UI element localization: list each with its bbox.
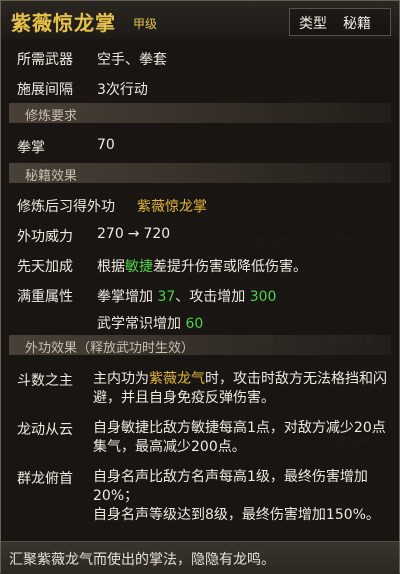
effect-key: 修炼后习得外功 [17,199,115,215]
info-key: 所需武器 [17,52,73,68]
tooltip-header: 紫薇惊龙掌 甲级 类型 秘籍 [1,1,399,39]
lore-bar: 汇聚紫薇龙气而使出的掌法，隐隐有龙鸣。 [1,541,399,574]
section-requirements: 修炼要求 [9,103,391,124]
innate-desc: 根据敏捷差提升伤害或降低伤害。 [97,256,307,276]
category-tag: 秘籍 [343,16,371,32]
innate-pre: 根据 [97,259,125,275]
full-stat-value: 37 [157,289,176,305]
desc-text: 自身名声比敌方名声每高1级，最终伤害增加20%； [93,469,368,504]
full-stat-label: 拳掌增加 [97,289,153,305]
section-title: 秘籍效果 [25,169,78,184]
learned-skill-name: 紫薇惊龙掌 [137,199,207,215]
full-stat-label: 、攻击增加 [175,289,246,305]
full-line-2: 武学常识增加 60 [97,313,203,333]
info-value: 空手、拳套 [97,52,167,68]
effect-key: 满重属性 [17,289,73,305]
full-stat-label: 武学常识增加 [97,316,181,332]
section-effects: 秘籍效果 [9,163,391,184]
effect-key: 外功威力 [17,229,73,245]
full-line-1: 拳掌增加 37、攻击增加 300 [97,286,276,306]
external-key: 龙动从云 [17,422,73,438]
full-stat-value: 60 [185,316,204,332]
info-value: 3次行动 [97,82,148,98]
external-key: 群龙俯首 [17,471,73,487]
section-external: 外功效果（释放武功时生效） [9,335,391,356]
skill-name: 紫薇惊龙掌 [11,11,116,35]
desc-highlight: 紫薇龙气 [149,371,205,387]
full-stat-value: 300 [249,289,277,305]
external-desc: 主内功为紫薇龙气时，攻击时敌方无法格挡和闪避，并且自身免疫反弹伤害。 [93,370,389,408]
section-title: 外功效果（释放武功时生效） [25,341,195,356]
type-tag: 类型 [299,16,327,32]
lore-text: 汇聚紫薇龙气而使出的掌法，隐隐有龙鸣。 [9,552,275,568]
desc-text: 自身名声等级达到8级，最终伤害增加150%。 [93,507,380,523]
innate-post: 差提升伤害或降低伤害。 [153,259,307,275]
power-from: 270 [97,226,124,242]
external-desc: 自身名声比敌方名声每高1级，最终伤害增加20%； 自身名声等级达到8级，最终伤害增… [93,468,389,525]
power-to: 720 [143,226,171,242]
effect-key: 先天加成 [17,259,73,275]
external-desc: 自身敏捷比敌方敏捷每高1点，对敌方减少20点集气，最高减少200点。 [93,420,386,455]
arrow-icon: → [127,226,140,242]
power-values: 270 → 720 [97,226,170,242]
desc-text: 主内功为 [93,371,149,387]
requirement-value: 70 [97,137,115,153]
external-key: 斗数之主 [17,373,73,389]
requirement-key: 拳掌 [17,140,45,156]
skill-tooltip: 紫薇惊龙掌 甲级 类型 秘籍 所需武器 空手、拳套 施展间隔 3次行动 修炼要求… [0,0,400,574]
section-title: 修炼要求 [25,109,78,124]
info-key: 施展间隔 [17,82,73,98]
innate-attribute: 敏捷 [125,259,153,275]
skill-grade: 甲级 [133,17,158,31]
